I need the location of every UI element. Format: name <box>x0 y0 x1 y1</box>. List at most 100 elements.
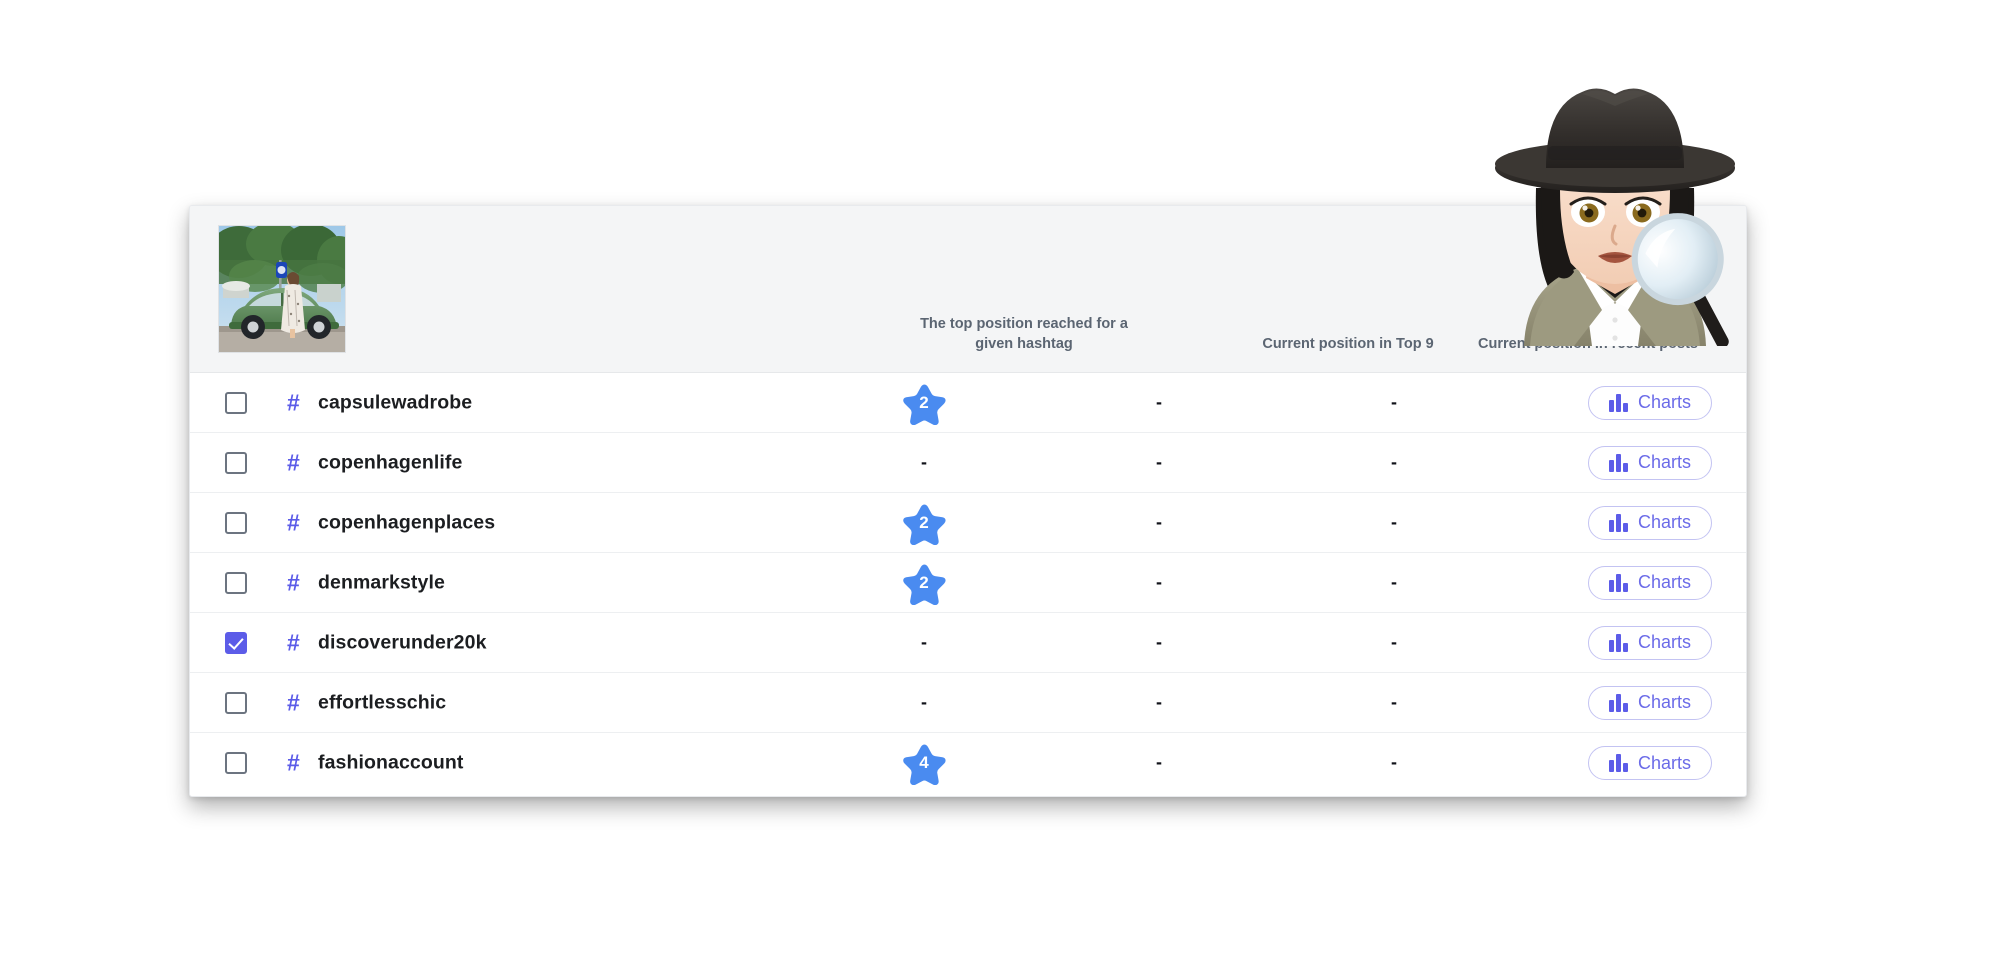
charts-button[interactable]: Charts <box>1587 746 1712 780</box>
charts-button[interactable]: Charts <box>1587 505 1712 540</box>
row-checkbox[interactable] <box>225 391 247 414</box>
current-top9-value: - <box>1156 631 1162 652</box>
current-recent-value: - <box>1391 752 1397 772</box>
row-checkbox[interactable] <box>225 511 247 534</box>
current-recent-value: - <box>1391 691 1397 712</box>
current-recent-value: - <box>1391 511 1397 532</box>
bar-chart-icon <box>1608 573 1628 592</box>
table-row[interactable]: # capsulewadrobe 2 - - Charts <box>190 373 1746 433</box>
charts-button[interactable]: Charts <box>1587 685 1712 720</box>
top-position-value: 2 <box>919 512 929 532</box>
cell-top-position: 2 <box>830 501 1018 545</box>
top-position-star-badge: 2 <box>902 501 946 545</box>
bar-chart-icon <box>1608 393 1628 412</box>
cell-current-recent: - <box>1300 453 1488 473</box>
top-position-value: 2 <box>919 572 929 592</box>
charts-button-label: Charts <box>1637 572 1691 592</box>
row-select-cell[interactable] <box>225 511 247 534</box>
hashtag-name: copenhagenplaces <box>318 511 496 533</box>
cell-current-top9: - <box>1065 513 1253 533</box>
hashtag-name: copenhagenlife <box>318 451 463 473</box>
hashtag-name: capsulewadrobe <box>318 391 473 413</box>
cell-top-position: - <box>830 633 1018 653</box>
column-header-top-position: The top position reached for a given has… <box>920 316 1128 352</box>
hashtag-symbol-icon: # <box>287 389 300 415</box>
cell-charts: Charts <box>1587 625 1712 660</box>
cell-current-recent: - <box>1300 573 1488 593</box>
cell-charts: Charts <box>1587 505 1712 540</box>
top-position-star-badge: 4 <box>902 741 946 785</box>
row-select-cell[interactable] <box>225 391 247 414</box>
top-position-value: - <box>921 451 927 472</box>
current-top9-value: - <box>1156 571 1162 592</box>
post-thumbnail[interactable] <box>218 225 346 353</box>
hashtag-name: fashionaccount <box>318 751 464 774</box>
hashtag-symbol-icon: # <box>287 629 300 655</box>
row-select-cell[interactable] <box>225 691 247 714</box>
cell-top-position: 4 <box>830 741 1018 785</box>
charts-button-label: Charts <box>1637 512 1691 532</box>
row-checkbox[interactable] <box>225 691 247 714</box>
cell-current-recent: - <box>1300 633 1488 653</box>
top-position-star-badge: 2 <box>902 561 946 605</box>
top-position-value: 2 <box>919 392 929 412</box>
table-header: The top position reached for a given has… <box>190 206 1746 373</box>
charts-button-label: Charts <box>1637 632 1691 652</box>
cell-current-top9: - <box>1065 633 1253 653</box>
bar-chart-icon <box>1608 453 1628 472</box>
cell-top-position: - <box>830 693 1018 713</box>
cell-current-top9: - <box>1065 393 1253 413</box>
bar-chart-icon <box>1608 633 1628 652</box>
cell-charts: Charts <box>1587 385 1712 420</box>
table-row[interactable]: # discoverunder20k - - - Charts <box>190 613 1746 673</box>
charts-button[interactable]: Charts <box>1587 445 1712 480</box>
row-checkbox[interactable] <box>225 752 247 774</box>
table-row[interactable]: # effortlesschic - - - Charts <box>190 673 1746 733</box>
charts-button[interactable]: Charts <box>1587 625 1712 660</box>
charts-button-label: Charts <box>1637 452 1691 472</box>
current-top9-value: - <box>1156 511 1162 532</box>
row-checkbox[interactable] <box>225 571 247 594</box>
current-top9-value: - <box>1156 691 1162 712</box>
row-select-cell[interactable] <box>225 631 247 654</box>
row-select-cell[interactable] <box>225 571 247 594</box>
bar-chart-icon <box>1608 693 1628 712</box>
hashtag-name: discoverunder20k <box>318 631 487 653</box>
cell-charts: Charts <box>1587 565 1712 600</box>
current-top9-value: - <box>1156 752 1162 772</box>
hashtag-name: effortlesschic <box>318 691 447 713</box>
row-select-cell[interactable] <box>225 752 247 774</box>
cell-current-top9: - <box>1065 753 1253 773</box>
top-position-value: 4 <box>919 753 929 773</box>
bar-chart-icon <box>1608 754 1628 772</box>
charts-button-label: Charts <box>1637 752 1691 773</box>
current-recent-value: - <box>1391 451 1397 472</box>
cell-current-recent: - <box>1300 693 1488 713</box>
top-position-value: - <box>921 631 927 652</box>
cell-current-recent: - <box>1300 753 1488 773</box>
cell-top-position: 2 <box>830 381 1018 425</box>
table-row[interactable]: # fashionaccount 4 - - Charts <box>190 733 1746 793</box>
cell-current-recent: - <box>1300 513 1488 533</box>
hashtag-symbol-icon: # <box>287 689 300 715</box>
cell-charts: Charts <box>1587 445 1712 480</box>
row-select-cell[interactable] <box>225 451 247 474</box>
current-recent-value: - <box>1391 571 1397 592</box>
cell-current-top9: - <box>1065 693 1253 713</box>
charts-button[interactable]: Charts <box>1587 385 1712 420</box>
charts-button-label: Charts <box>1637 392 1691 412</box>
cell-current-top9: - <box>1065 573 1253 593</box>
table-row[interactable]: # copenhagenplaces 2 - - Charts <box>190 493 1746 553</box>
current-recent-value: - <box>1391 391 1397 412</box>
table-row[interactable]: # copenhagenlife - - - Charts <box>190 433 1746 493</box>
table-row[interactable]: # denmarkstyle 2 - - Charts <box>190 553 1746 613</box>
hashtag-table-card: The top position reached for a given has… <box>189 205 1747 797</box>
charts-button[interactable]: Charts <box>1587 565 1712 600</box>
top-position-value: - <box>921 691 927 712</box>
row-checkbox[interactable] <box>225 451 247 474</box>
page-root: The top position reached for a given has… <box>0 0 2016 966</box>
cell-charts: Charts <box>1587 685 1712 720</box>
row-checkbox[interactable] <box>225 631 247 654</box>
hashtag-symbol-icon: # <box>287 569 300 595</box>
cell-current-recent: - <box>1300 393 1488 413</box>
